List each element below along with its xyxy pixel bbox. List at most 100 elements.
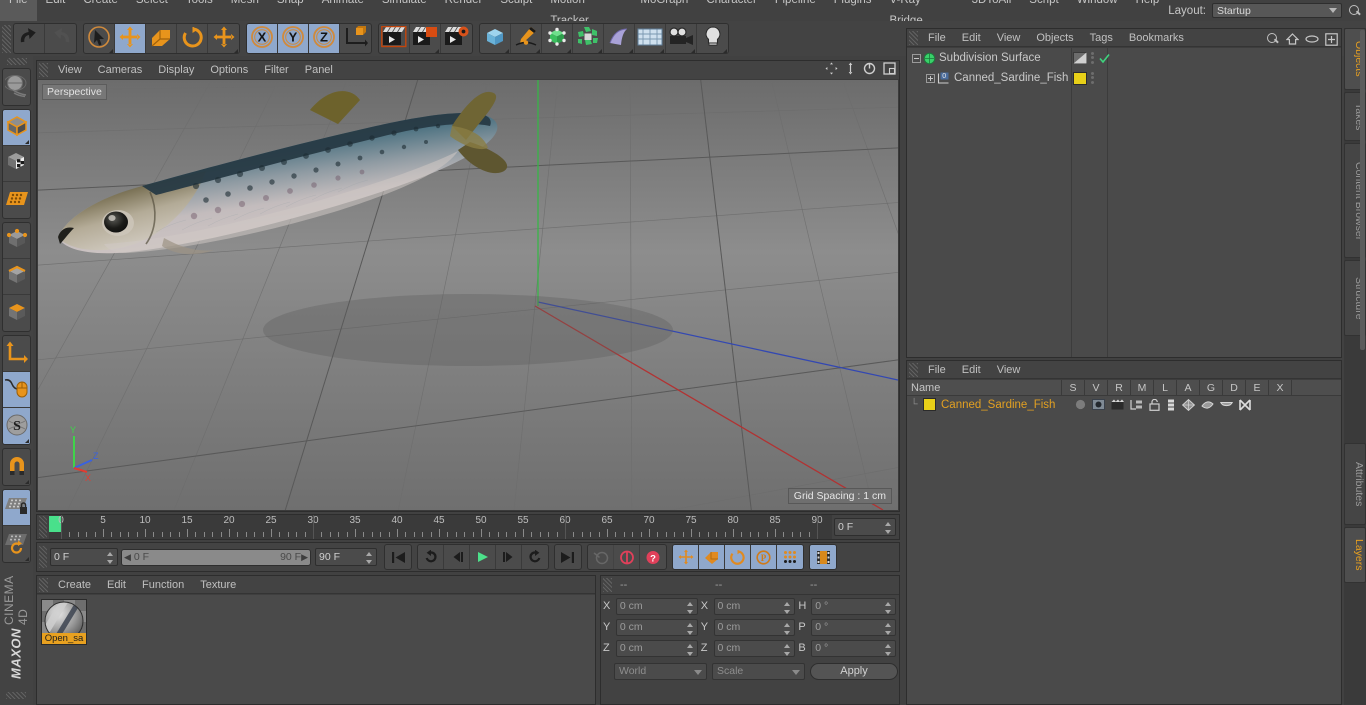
object-menu-edit[interactable]: Edit [954, 29, 989, 47]
rotation-p-field[interactable]: 0 ° [811, 618, 897, 636]
object-scrollbar[interactable] [1360, 30, 1365, 350]
object-tree[interactable]: Subdivision Surface 0 Canned_Sardine_Fis… [907, 48, 1341, 357]
preview-range-slider[interactable]: ◀ 0 F 90 F ▶ [121, 548, 311, 566]
viewport-menu-view[interactable]: View [50, 61, 90, 79]
add-cube-button[interactable] [480, 24, 511, 53]
rotation-b-field[interactable]: 0 ° [811, 639, 897, 657]
search-icon[interactable] [1266, 31, 1280, 47]
layout-select[interactable]: Startup [1212, 3, 1342, 18]
range-right-arrow-icon[interactable]: ▶ [301, 552, 308, 563]
expression-icon[interactable] [1220, 399, 1234, 410]
redo-button[interactable] [45, 24, 76, 53]
stepper-icon[interactable] [885, 601, 892, 614]
object-grip[interactable] [909, 30, 918, 45]
step-back-frame-button[interactable] [444, 545, 470, 569]
add-camera-button[interactable] [666, 24, 697, 53]
material-menu-texture[interactable]: Texture [192, 576, 244, 594]
record-active-objects-button[interactable] [588, 545, 614, 569]
size-y-field[interactable]: 0 cm [713, 618, 796, 636]
material-menu-create[interactable]: Create [50, 576, 99, 594]
toolbar-grip[interactable] [2, 24, 11, 53]
size-z-field[interactable]: 0 cm [713, 639, 796, 657]
move-tool[interactable] [115, 24, 146, 53]
add-generator-button[interactable] [542, 24, 573, 53]
loop-button[interactable] [522, 545, 548, 569]
object-menu-tags[interactable]: Tags [1082, 29, 1121, 47]
position-x-field[interactable]: 0 cm [615, 597, 698, 615]
stepper-icon[interactable] [885, 643, 892, 656]
add-deformer-button[interactable] [604, 24, 635, 53]
viewport-menu-filter[interactable]: Filter [256, 61, 296, 79]
layer-column-v[interactable]: V [1085, 380, 1108, 395]
check-icon[interactable] [1099, 53, 1110, 64]
render-to-picture-viewer-button[interactable] [410, 24, 441, 53]
planar-workplane-button[interactable] [3, 526, 30, 562]
size-x-field[interactable]: 0 cm [713, 597, 796, 615]
layer-column-r[interactable]: R [1108, 380, 1131, 395]
add-floor-button[interactable] [635, 24, 666, 53]
layer-menu-edit[interactable]: Edit [954, 361, 989, 379]
side-tab-attributes[interactable]: Attributes [1344, 443, 1366, 526]
layer-column-e[interactable]: E [1246, 380, 1269, 395]
stepper-icon[interactable] [885, 522, 892, 534]
timeline-ruler[interactable]: 051015202530354045505560657075808590 [49, 515, 832, 539]
object-menu-bookmarks[interactable]: Bookmarks [1121, 29, 1192, 47]
layer-menu-file[interactable]: File [920, 361, 954, 379]
object-row-canned-sardine-fish[interactable]: 0 Canned_Sardine_Fish [907, 68, 1341, 88]
new-view-icon[interactable] [1325, 32, 1338, 46]
z-axis-lock[interactable]: Z [309, 24, 340, 53]
coord-mode-select[interactable]: Scale [712, 662, 805, 680]
sardine-fish-model[interactable] [38, 80, 898, 510]
ellipse-icon[interactable] [1305, 34, 1319, 44]
deformer-icon[interactable] [1201, 399, 1215, 411]
object-menu-view[interactable]: View [989, 29, 1029, 47]
viewport-menu-cameras[interactable]: Cameras [90, 61, 151, 79]
points-mode-button[interactable] [3, 223, 30, 259]
scale-tool[interactable] [146, 24, 177, 53]
pan-view-icon[interactable] [825, 62, 838, 75]
rotation-h-field[interactable]: 0 ° [811, 597, 897, 615]
layer-column-a[interactable]: A [1177, 380, 1200, 395]
stepper-icon[interactable] [686, 643, 694, 656]
viewport-menu-options[interactable]: Options [202, 61, 256, 79]
render-view-button[interactable] [379, 24, 410, 53]
scale-key-button[interactable] [699, 545, 725, 569]
render-icon[interactable] [1111, 399, 1125, 410]
end-frame-field[interactable]: 90 F [315, 548, 377, 566]
display-tag-icon[interactable] [1073, 52, 1087, 64]
generator-icon[interactable] [1182, 398, 1196, 411]
range-left-arrow-icon[interactable]: ◀ [124, 552, 131, 563]
lock-icon[interactable] [1149, 398, 1161, 411]
transport-grip[interactable] [39, 546, 47, 568]
dolly-view-icon[interactable] [845, 62, 856, 75]
position-z-field[interactable]: 0 cm [615, 639, 698, 657]
texture-mode-button[interactable] [3, 146, 30, 182]
material-swatch[interactable]: Open_sa [41, 599, 87, 645]
stepper-icon[interactable] [885, 622, 892, 635]
layer-menu-view[interactable]: View [989, 361, 1029, 379]
apply-button[interactable]: Apply [810, 662, 898, 680]
object-menu-objects[interactable]: Objects [1028, 29, 1081, 47]
layer-grip[interactable] [909, 362, 918, 377]
layer-column-s[interactable]: S [1062, 380, 1085, 395]
stepper-icon[interactable] [686, 601, 694, 614]
model-mode-button[interactable] [3, 110, 30, 146]
viewport-menu-panel[interactable]: Panel [297, 61, 341, 79]
lock-workplane-button[interactable] [3, 490, 30, 526]
viewport-3d-scene[interactable]: Perspective Grid Spacing : 1 cm Y Z X [38, 80, 898, 510]
render-settings-button[interactable] [441, 24, 472, 53]
go-to-end-button[interactable] [555, 545, 581, 569]
add-light-button[interactable] [697, 24, 728, 53]
object-row-subdivision-surface[interactable]: Subdivision Surface [907, 48, 1341, 68]
soft-selection-button[interactable]: S [3, 408, 30, 444]
magnet-tool-button[interactable] [3, 449, 30, 485]
side-tab-layers[interactable]: Layers [1344, 527, 1366, 583]
layer-row[interactable]: └ Canned_Sardine_Fish [907, 396, 1341, 413]
undo-button[interactable] [14, 24, 45, 53]
stepper-icon[interactable] [366, 552, 373, 564]
layer-column-l[interactable]: L [1154, 380, 1177, 395]
search-icon[interactable] [1348, 3, 1362, 19]
step-forward-frame-button[interactable] [496, 545, 522, 569]
coordinates-grip[interactable] [603, 578, 612, 592]
param-key-button[interactable]: P [751, 545, 777, 569]
